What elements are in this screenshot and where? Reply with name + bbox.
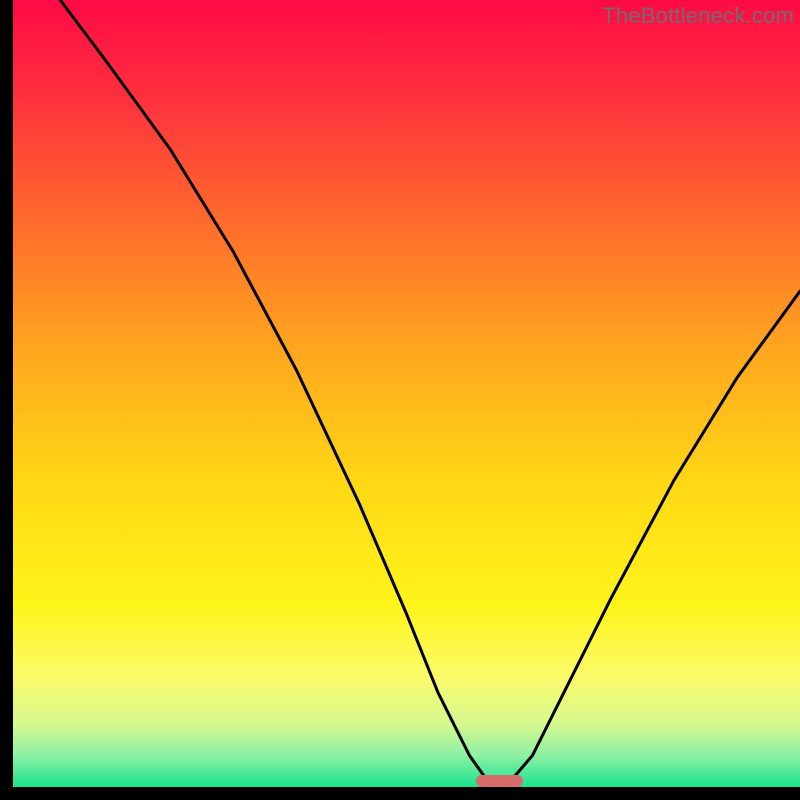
- optimal-marker: [476, 775, 523, 787]
- chart-plot-area: [13, 0, 800, 787]
- watermark-text: TheBottleneck.com: [602, 3, 794, 29]
- bottleneck-curve: [13, 0, 800, 787]
